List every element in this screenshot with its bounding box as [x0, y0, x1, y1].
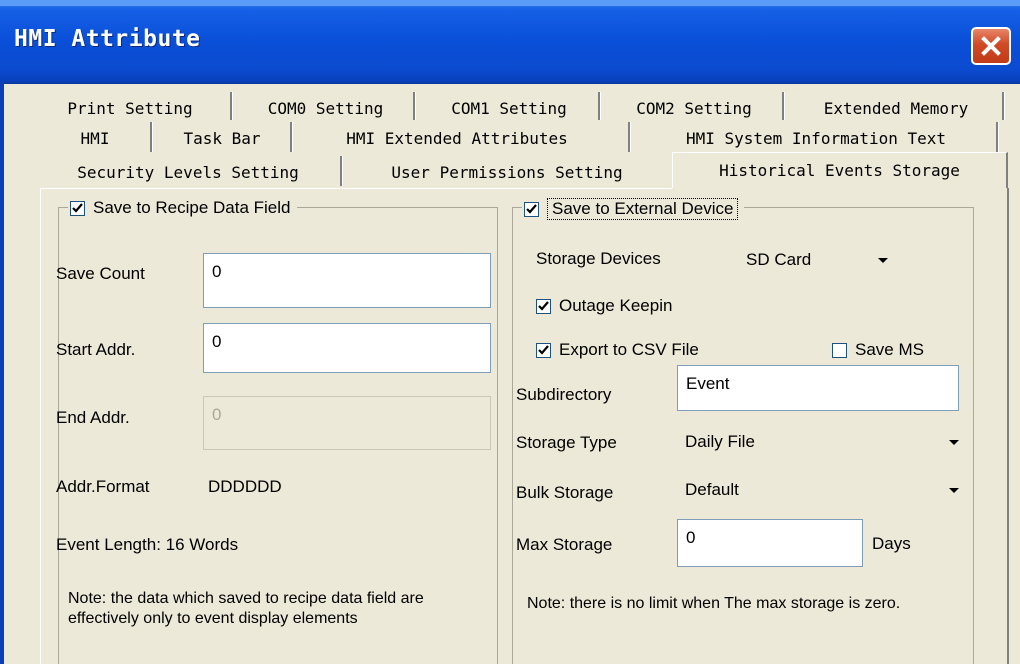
recipe-note: Note: the data which saved to recipe dat…: [68, 590, 424, 627]
tab-com2-setting[interactable]: COM2 Setting: [606, 93, 782, 123]
checkbox-checked-icon: [524, 201, 539, 217]
storage-type-label: Storage Type: [516, 433, 617, 452]
subdirectory-input[interactable]: Event: [677, 365, 959, 411]
start-addr-input[interactable]: 0: [203, 323, 491, 373]
tab-divider: [340, 156, 343, 186]
chevron-down-icon: [949, 440, 959, 445]
tab-divider: [628, 122, 631, 152]
storage-devices-label: Storage Devices: [536, 249, 661, 268]
tab-historical-events-storage[interactable]: Historical Events Storage: [672, 152, 1008, 188]
end-addr-label: End Addr.: [56, 408, 130, 427]
storage-devices-value: SD Card: [746, 250, 812, 269]
end-addr-input: 0: [203, 396, 491, 450]
start-addr-label: Start Addr.: [56, 340, 136, 359]
tab-divider: [598, 92, 601, 120]
save-ms-label: Save MS: [855, 340, 924, 359]
tab-extended-memory[interactable]: Extended Memory: [790, 93, 1002, 123]
title-bar[interactable]: HMI Attribute: [0, 0, 1020, 84]
tab-divider: [996, 122, 999, 152]
subdirectory-label: Subdirectory: [516, 385, 612, 404]
save-count-input[interactable]: 0: [203, 253, 491, 308]
tab-panel-border-right: [1007, 188, 1009, 664]
tab-divider: [230, 92, 233, 120]
checkbox-checked-icon: [536, 342, 551, 358]
storage-devices-dropdown[interactable]: SD Card: [738, 240, 898, 280]
storage-type-value: Daily File: [685, 432, 755, 451]
checkbox-unchecked-icon: [832, 342, 847, 358]
max-storage-input[interactable]: 0: [677, 519, 863, 567]
addr-format-value: DDDDDD: [208, 477, 282, 496]
max-storage-unit: Days: [872, 534, 911, 553]
outage-keepin-checkbox[interactable]: Outage Keepin: [536, 296, 672, 316]
addr-format-label: Addr.Format: [56, 477, 150, 496]
tab-com0-setting[interactable]: COM0 Setting: [238, 93, 413, 123]
bulk-storage-dropdown[interactable]: Default: [677, 470, 967, 510]
close-button[interactable]: [971, 27, 1011, 65]
save-to-recipe-label: Save to Recipe Data Field: [93, 198, 291, 217]
tab-security-levels-setting[interactable]: Security Levels Setting: [40, 157, 336, 187]
tab-panel-border-top: [40, 188, 672, 189]
chevron-down-icon: [878, 258, 888, 263]
tab-divider: [150, 122, 153, 152]
save-count-label: Save Count: [56, 264, 145, 283]
save-to-external-checkbox[interactable]: Save to External Device: [522, 196, 745, 222]
tab-com1-setting[interactable]: COM1 Setting: [420, 93, 598, 123]
save-ms-checkbox[interactable]: Save MS: [832, 340, 924, 360]
max-storage-label: Max Storage: [516, 535, 613, 554]
tab-task-bar[interactable]: Task Bar: [157, 123, 287, 153]
tab-hmi[interactable]: HMI: [40, 123, 150, 153]
external-note: Note: there is no limit when The max sto…: [527, 595, 901, 612]
tab-hmi-system-information-text[interactable]: HMI System Information Text: [636, 123, 996, 153]
storage-type-dropdown[interactable]: Daily File: [677, 422, 967, 462]
tab-divider: [290, 122, 293, 152]
bulk-storage-value: Default: [685, 480, 739, 499]
chevron-down-icon: [949, 488, 959, 493]
title-bar-highlight: [0, 0, 1020, 6]
save-to-external-label: Save to External Device: [547, 198, 739, 220]
close-icon: [981, 36, 1001, 56]
bulk-storage-label: Bulk Storage: [516, 483, 614, 502]
export-csv-label: Export to CSV File: [559, 340, 699, 359]
tab-panel-border-left: [40, 188, 41, 664]
hmi-attribute-dialog: HMI Attribute Print Setting COM0 Setting…: [0, 0, 1020, 664]
save-to-recipe-checkbox[interactable]: Save to Recipe Data Field: [68, 196, 297, 220]
outage-keepin-label: Outage Keepin: [559, 296, 673, 315]
checkbox-checked-icon: [70, 200, 85, 216]
tab-print-setting[interactable]: Print Setting: [40, 93, 220, 123]
window-title: HMI Attribute: [14, 26, 201, 52]
export-csv-checkbox[interactable]: Export to CSV File: [536, 340, 699, 360]
tab-hmi-extended-attributes[interactable]: HMI Extended Attributes: [296, 123, 618, 153]
tab-divider: [1002, 92, 1005, 120]
checkbox-checked-icon: [536, 298, 551, 314]
tab-user-permissions-setting[interactable]: User Permissions Setting: [348, 157, 666, 187]
tab-divider: [782, 92, 785, 120]
tab-divider: [413, 92, 416, 120]
window-frame-left: [0, 82, 4, 664]
event-length-text: Event Length: 16 Words: [56, 535, 239, 554]
